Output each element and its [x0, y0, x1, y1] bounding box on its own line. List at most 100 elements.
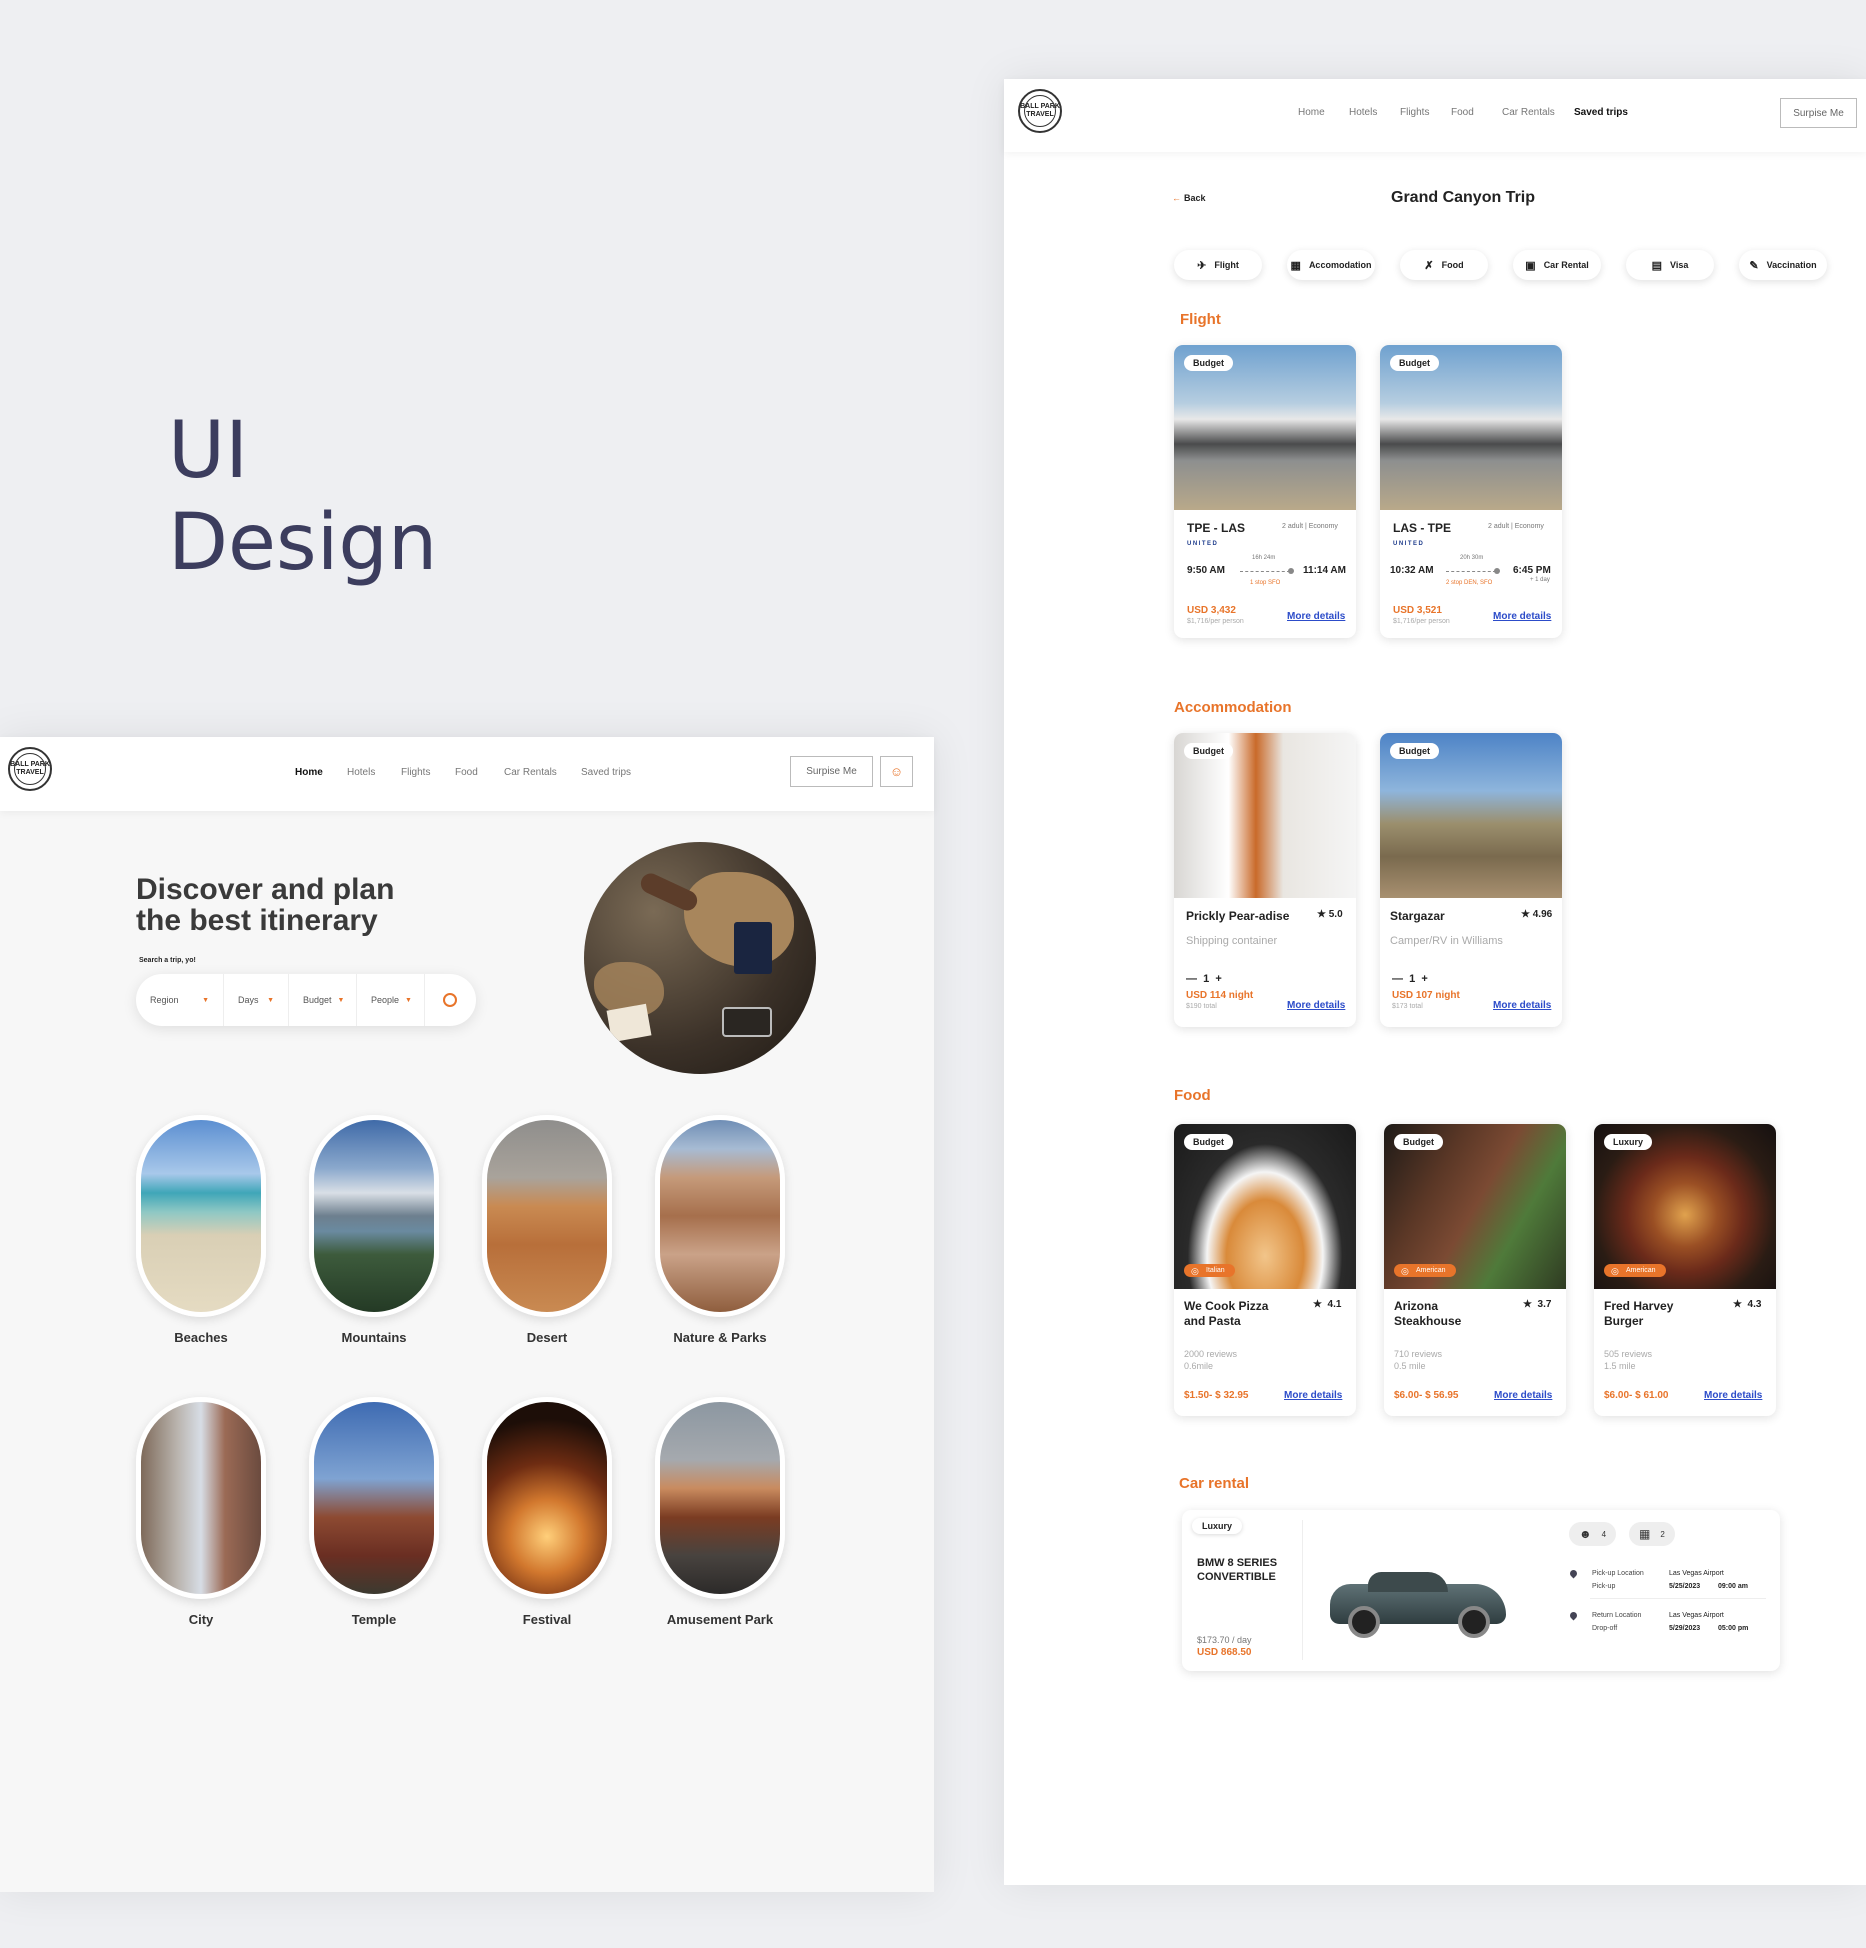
budget-badge: Budget [1184, 743, 1233, 759]
quantity-stepper[interactable]: — 1 + [1186, 973, 1222, 985]
section-accommodation-title: Accommodation [1174, 699, 1292, 716]
car-name: BMW 8 SERIES CONVERTIBLE [1197, 1556, 1277, 1584]
car-total-price: USD 868.50 [1197, 1647, 1252, 1658]
days-select[interactable]: Days ▼ [224, 974, 289, 1026]
restaurant-name: Arizona Steakhouse [1394, 1299, 1461, 1329]
flight-class: 2 adult | Economy [1282, 523, 1338, 530]
logo-icon[interactable]: BALL PARK TRAVEL [8, 747, 52, 791]
tab-food[interactable]: ✗ Food [1400, 250, 1488, 280]
nav-food[interactable]: Food [455, 767, 478, 778]
nav-car-rentals[interactable]: Car Rentals [504, 767, 557, 778]
tab-visa[interactable]: ▤ Visa [1626, 250, 1714, 280]
people-icon: ☻ [1579, 1527, 1592, 1541]
flight-card[interactable]: Budget TPE - LAS 2 adult | Economy UNITE… [1174, 345, 1356, 638]
nav-flights[interactable]: Flights [1400, 107, 1429, 118]
price-range: $6.00- $ 56.95 [1394, 1390, 1459, 1401]
nav-home[interactable]: Home [295, 767, 323, 778]
trip-title: Grand Canyon Trip [1391, 189, 1536, 206]
pickup-label: Pick-up [1592, 1583, 1616, 1590]
surprise-me-button[interactable]: Surpise Me [790, 756, 873, 787]
nav-home[interactable]: Home [1298, 107, 1325, 118]
luxury-badge: Luxury [1192, 1518, 1243, 1534]
nav-flights[interactable]: Flights [401, 767, 430, 778]
flight-next-day: + 1 day [1530, 577, 1550, 583]
category-nature-parks[interactable]: Nature & Parks [655, 1115, 785, 1345]
user-button[interactable]: ☺ [880, 756, 913, 787]
category-mountains[interactable]: Mountains [309, 1115, 439, 1345]
return-time: 05:00 pm [1718, 1625, 1749, 1632]
stay-name: Prickly Pear-adise [1186, 909, 1290, 923]
festival-image [482, 1397, 612, 1599]
category-festival[interactable]: Festival [482, 1397, 612, 1627]
category-desert[interactable]: Desert [482, 1115, 612, 1345]
more-details-link[interactable]: More details [1287, 1000, 1345, 1011]
category-city[interactable]: City [136, 1397, 266, 1627]
stay-price: USD 107 night [1392, 990, 1460, 1001]
passport-icon: ▤ [1651, 259, 1663, 272]
stay-card[interactable]: Budget Stargazar ★ 4.96 Camper/RV in Wil… [1380, 733, 1562, 1027]
stay-name: Stargazar [1390, 909, 1445, 923]
nav-saved-trips[interactable]: Saved trips [1574, 107, 1628, 118]
cuisine-tag: American [1394, 1264, 1456, 1277]
people-select[interactable]: People ▼ [357, 974, 425, 1026]
star-icon: ★ [1733, 1299, 1748, 1310]
pill-label: Car Rental [1543, 260, 1589, 270]
more-details-link[interactable]: More details [1494, 1390, 1552, 1401]
tab-car-rental[interactable]: ▣ Car Rental [1513, 250, 1601, 280]
nav-hotels[interactable]: Hotels [1349, 107, 1377, 118]
distance: 0.6mile [1184, 1361, 1214, 1371]
steak-image: Budget American [1384, 1124, 1566, 1289]
tab-vaccination[interactable]: ✎ Vaccination [1739, 250, 1827, 280]
trip-navbar: BALL PARK TRAVEL Home Hotels Flights Foo… [1004, 79, 1866, 152]
more-details-link[interactable]: More details [1493, 611, 1551, 622]
search-button[interactable] [425, 993, 475, 1007]
category-amusement-park[interactable]: Amusement Park [655, 1397, 785, 1627]
nav-car-rentals[interactable]: Car Rentals [1502, 107, 1555, 118]
more-details-link[interactable]: More details [1704, 1390, 1762, 1401]
distance: 1.5 mile [1604, 1361, 1636, 1371]
section-car-title: Car rental [1179, 1475, 1250, 1492]
chevron-down-icon: ▼ [405, 996, 412, 1004]
quantity-stepper[interactable]: — 1 + [1392, 973, 1428, 985]
flight-stops: 2 stop DEN, SFO [1446, 580, 1493, 586]
budget-select[interactable]: Budget ▼ [289, 974, 357, 1026]
luggage-icon: ▦ [1639, 1527, 1651, 1541]
price-per-person: $1,716/per person [1393, 618, 1450, 625]
syringe-icon: ✎ [1749, 259, 1759, 272]
food-card[interactable]: Budget American ArizonaSteakhouse ★ 3.7 … [1384, 1124, 1566, 1416]
days-label: Days [238, 995, 259, 1005]
flight-route: TPE - LAS [1187, 521, 1246, 535]
category-temple[interactable]: Temple [309, 1397, 439, 1627]
region-select[interactable]: Region ▼ [136, 974, 224, 1026]
pickup-date: 5/25/2023 [1669, 1583, 1701, 1590]
restaurant-rating: ★ 4.3 [1733, 1299, 1761, 1310]
more-details-link[interactable]: More details [1284, 1390, 1342, 1401]
surprise-me-button[interactable]: Surpise Me [1780, 98, 1857, 128]
food-card[interactable]: Luxury American Fred HarveyBurger ★ 4.3 … [1594, 1124, 1776, 1416]
tab-accomodation[interactable]: ▦ Accomodation [1287, 250, 1375, 280]
flight-card[interactable]: Budget LAS - TPE 2 adult | Economy UNITE… [1380, 345, 1562, 638]
star-icon: ★ [1313, 1299, 1328, 1310]
rating-value: 4.1 [1327, 1299, 1342, 1310]
stay-card[interactable]: Budget Prickly Pear-adise ★ 5.0 Shipping… [1174, 733, 1356, 1027]
car-rental-card[interactable]: Luxury BMW 8 SERIES CONVERTIBLE $173.70 … [1182, 1510, 1780, 1671]
pickup-place: Las Vegas Airport [1669, 1570, 1724, 1577]
back-link[interactable]: ← Back [1172, 193, 1206, 203]
restaurant-name-line-2: and Pasta [1184, 1314, 1241, 1328]
nav-saved-trips[interactable]: Saved trips [581, 767, 631, 778]
more-details-link[interactable]: More details [1493, 1000, 1551, 1011]
stay-rating: ★ 4.96 [1521, 909, 1552, 920]
nav-hotels[interactable]: Hotels [347, 767, 375, 778]
trip-screen: BALL PARK TRAVEL Home Hotels Flights Foo… [1004, 79, 1866, 1885]
nav-food[interactable]: Food [1451, 107, 1474, 118]
stay-type: Camper/RV in Williams [1390, 935, 1503, 947]
logo-icon[interactable]: BALL PARK TRAVEL [1018, 89, 1062, 133]
food-card[interactable]: Budget Italian We Cook Pizzaand Pasta ★ … [1174, 1124, 1356, 1416]
distance: 0.5 mile [1394, 1361, 1426, 1371]
tab-flight[interactable]: ✈ Flight [1174, 250, 1262, 280]
nature-parks-image [655, 1115, 785, 1317]
category-label: City [188, 1612, 214, 1627]
more-details-link[interactable]: More details [1287, 611, 1345, 622]
budget-badge: Budget [1184, 1134, 1233, 1150]
category-beaches[interactable]: Beaches [136, 1115, 266, 1345]
